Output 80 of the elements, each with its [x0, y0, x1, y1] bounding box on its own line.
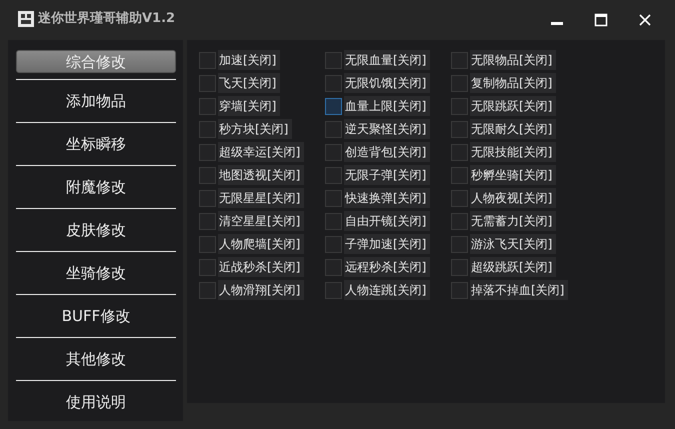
- option-label: 地图透视[关闭]: [218, 165, 304, 185]
- checkbox[interactable]: [451, 282, 468, 298]
- checkbox[interactable]: [325, 166, 342, 184]
- sidebar-item[interactable]: 其他修改: [16, 338, 176, 380]
- checkbox[interactable]: [325, 258, 342, 276]
- minimize-icon: [551, 22, 563, 26]
- checkbox[interactable]: [325, 282, 342, 298]
- option-label: 秒方块[关闭]: [218, 119, 292, 139]
- sidebar-item[interactable]: 坐骑修改: [16, 252, 176, 294]
- option-label: 清空星星[关闭]: [218, 211, 304, 231]
- option-label: 人物滑翔[关闭]: [218, 280, 304, 300]
- checkbox[interactable]: [325, 74, 342, 92]
- checkbox[interactable]: [199, 74, 216, 92]
- sidebar-item[interactable]: 坐标瞬移: [16, 124, 176, 164]
- option-label: 穿墙[关闭]: [218, 96, 280, 116]
- window-title: 迷你世界瑾哥辅助V1.2: [38, 10, 176, 28]
- checkbox[interactable]: [325, 52, 342, 68]
- checkbox[interactable]: [451, 166, 468, 184]
- option-label: 远程秒杀[关闭]: [344, 257, 430, 277]
- option-label: 人物爬墙[关闭]: [218, 234, 304, 254]
- checkbox[interactable]: [199, 98, 216, 114]
- app-icon: [16, 9, 36, 29]
- sidebar-item[interactable]: 皮肤修改: [16, 210, 176, 250]
- option-label: 无限耐久[关闭]: [470, 119, 556, 139]
- checkbox[interactable]: [325, 98, 342, 114]
- checkbox[interactable]: [199, 236, 216, 252]
- option-label: 游泳飞天[关闭]: [470, 234, 556, 254]
- checkbox[interactable]: [451, 190, 468, 206]
- option-label: 加速[关闭]: [218, 50, 280, 70]
- option-label: 无限子弹[关闭]: [344, 165, 430, 185]
- option-label: 掉落不掉血[关闭]: [470, 280, 568, 300]
- checkbox[interactable]: [451, 258, 468, 276]
- option-label: 超级幸运[关闭]: [218, 142, 304, 162]
- checkbox[interactable]: [199, 166, 216, 184]
- checkbox[interactable]: [199, 190, 216, 206]
- checkbox[interactable]: [325, 120, 342, 138]
- checkbox[interactable]: [325, 144, 342, 160]
- close-icon: [638, 12, 652, 27]
- option-label: 无限星星[关闭]: [218, 188, 304, 208]
- checkbox[interactable]: [451, 52, 468, 68]
- sidebar-item[interactable]: 使用说明: [16, 382, 176, 423]
- sidebar-item[interactable]: BUFF修改: [16, 296, 176, 336]
- checkbox[interactable]: [451, 120, 468, 138]
- checkbox[interactable]: [451, 236, 468, 252]
- option-label: 飞天[关闭]: [218, 73, 280, 93]
- checkbox[interactable]: [199, 282, 216, 298]
- option-label: 人物连跳[关闭]: [344, 280, 430, 300]
- option-label: 无限血量[关闭]: [344, 50, 430, 70]
- checkbox[interactable]: [199, 52, 216, 68]
- checkbox[interactable]: [325, 236, 342, 252]
- option-label: 快速换弹[关闭]: [344, 188, 430, 208]
- option-label: 无限技能[关闭]: [470, 142, 556, 162]
- sidebar-item[interactable]: 附魔修改: [16, 166, 176, 208]
- option-label: 无需蓄力[关闭]: [470, 211, 556, 231]
- checkbox[interactable]: [451, 212, 468, 230]
- sidebar-item[interactable]: 添加物品: [16, 80, 176, 122]
- checkbox[interactable]: [199, 120, 216, 138]
- option-label: 秒孵坐骑[关闭]: [470, 165, 556, 185]
- checkbox[interactable]: [325, 190, 342, 206]
- option-label: 复制物品[关闭]: [470, 73, 556, 93]
- option-label: 超级跳跃[关闭]: [470, 257, 556, 277]
- option-label: 子弹加速[关闭]: [344, 234, 430, 254]
- option-label: 无限物品[关闭]: [470, 50, 556, 70]
- checkbox[interactable]: [451, 144, 468, 160]
- option-label: 无限跳跃[关闭]: [470, 96, 556, 116]
- sidebar-item[interactable]: 综合修改: [16, 50, 176, 73]
- option-label: 近战秒杀[关闭]: [218, 257, 304, 277]
- maximize-icon: [594, 12, 608, 27]
- checkbox[interactable]: [199, 258, 216, 276]
- checkbox[interactable]: [199, 212, 216, 230]
- checkbox[interactable]: [451, 98, 468, 114]
- option-label: 人物夜视[关闭]: [470, 188, 556, 208]
- checkbox[interactable]: [451, 74, 468, 92]
- option-label: 自由开镜[关闭]: [344, 211, 430, 231]
- option-label: 无限饥饿[关闭]: [344, 73, 430, 93]
- checkbox[interactable]: [199, 144, 216, 160]
- option-label: 血量上限[关闭]: [344, 96, 430, 116]
- checkbox[interactable]: [325, 212, 342, 230]
- option-label: 创造背包[关闭]: [344, 142, 430, 162]
- option-label: 逆天聚怪[关闭]: [344, 119, 430, 139]
